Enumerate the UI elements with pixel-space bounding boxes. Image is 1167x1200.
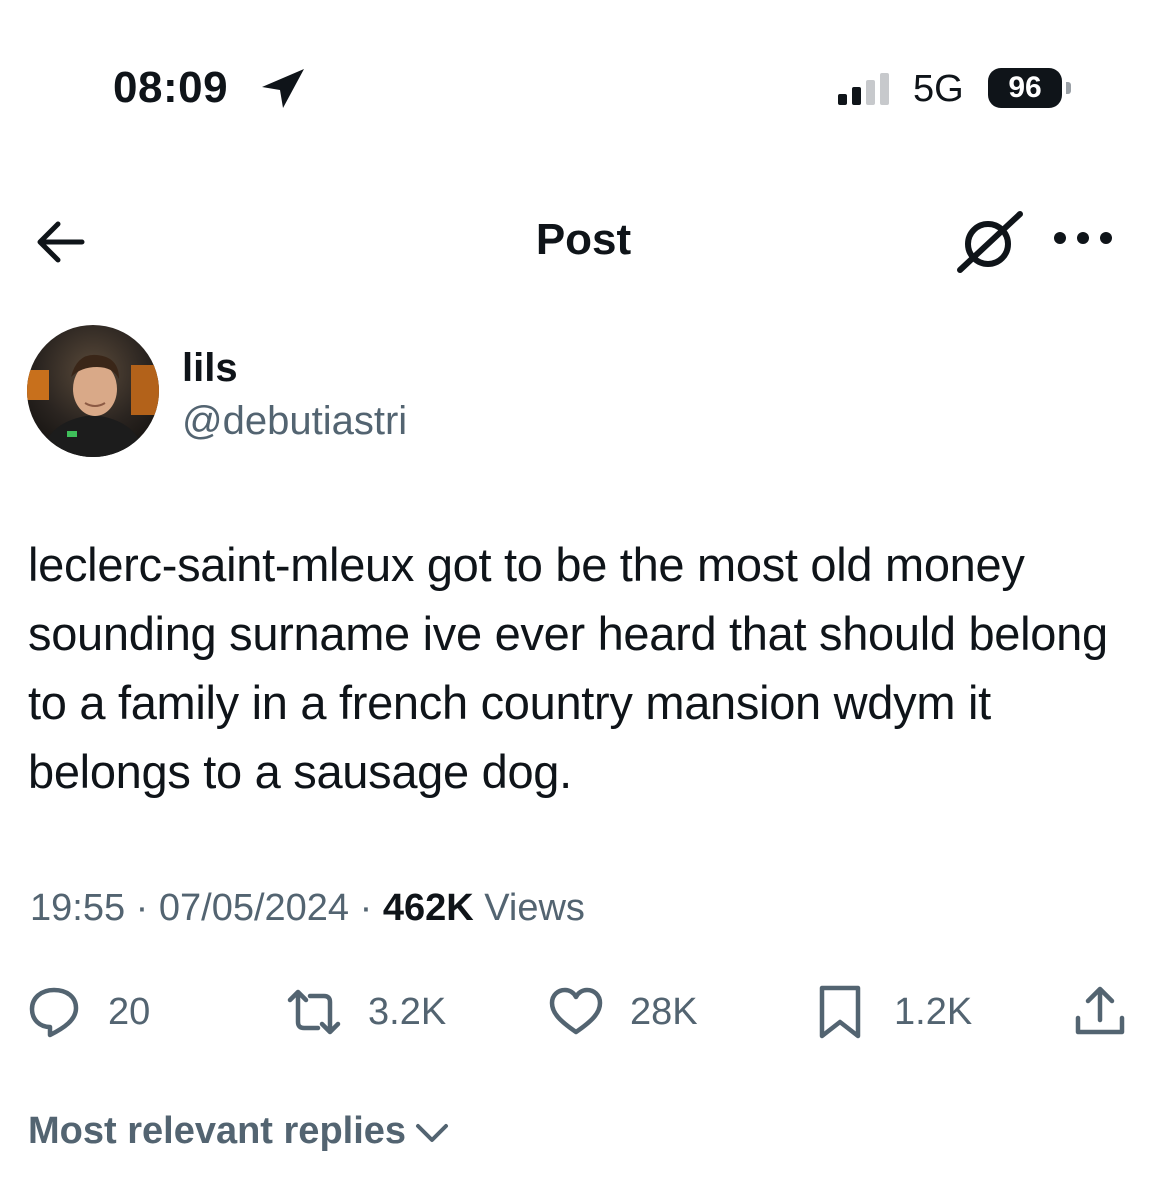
reply-icon [29,987,79,1038]
bookmark-count: 1.2K [894,991,973,1033]
avatar-image [27,325,159,457]
meta-separator: · [125,887,159,929]
like-count: 28K [630,991,698,1033]
chevron-down-icon [416,1124,449,1142]
views-count[interactable]: 462K [383,887,474,929]
battery-cap [1066,82,1071,94]
bookmark-button[interactable]: 1.2K [812,982,972,1042]
author-name[interactable]: lils [182,345,238,391]
network-type: 5G [913,68,964,110]
like-button[interactable]: 28K [548,982,698,1042]
grok-icon[interactable] [954,208,1026,276]
battery-level: 96 [988,68,1062,108]
repost-button[interactable]: 3.2K [286,982,446,1042]
share-icon [1075,986,1125,1035]
avatar[interactable] [27,325,159,457]
bookmark-icon [819,985,861,1039]
tweet-date: 07/05/2024 [158,887,350,929]
tweet-text: leclerc-saint-mleux got to be the most o… [28,538,1108,798]
location-arrow-icon [262,69,304,108]
share-button[interactable] [1072,982,1128,1042]
more-icon[interactable] [1052,226,1114,250]
replies-sort-label: Most relevant replies [28,1110,407,1152]
cellular-signal-icon [838,73,889,105]
meta-separator: · [349,887,383,929]
reply-button[interactable]: 20 [26,982,150,1042]
heart-icon [549,987,603,1035]
battery-icon: 96 [988,68,1062,108]
views-label: Views [484,887,585,929]
reply-count: 20 [108,991,151,1033]
replies-sort-dropdown[interactable]: Most relevant replies [28,1106,452,1156]
status-bar: 08:09 5G 96 [0,0,1167,170]
tweet-time: 19:55 [30,887,126,929]
repost-count: 3.2K [368,991,447,1033]
status-time: 08:09 [113,63,229,112]
repost-icon [287,989,341,1035]
author-handle[interactable]: @debutiastri [182,398,407,444]
tweet-meta: 19:55 · 07/05/2024 · 462K Views [30,884,585,932]
